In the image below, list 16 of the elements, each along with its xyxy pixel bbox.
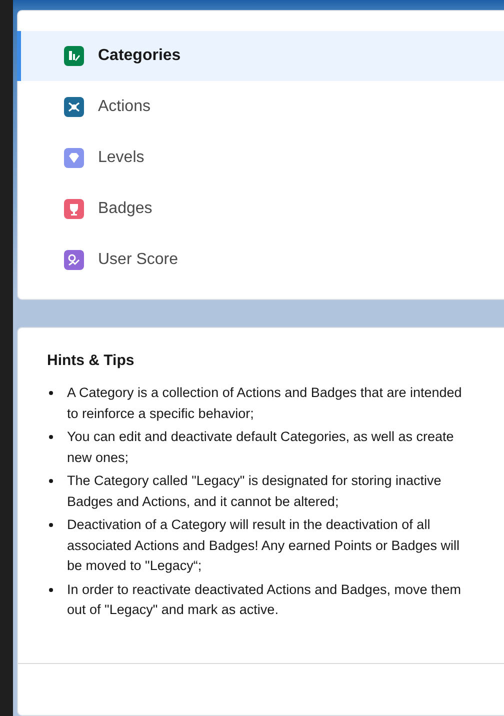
hints-title: Hints & Tips: [47, 352, 136, 369]
nav-item[interactable]: Categories: [17, 31, 504, 81]
hint-text: You can edit and deactivate default Categories, as well as create new ones;: [67, 428, 455, 466]
hint-text: Deactivation of a Category will result in the deactivation of all associated Actions and Badges! Any earned Points or Badges will be moved to "Legacy“;: [67, 516, 460, 575]
hint-text: A Category is a collection of Actions and Badges that are intended to reinforce a specific behavior;: [67, 384, 463, 423]
bullet-icon: [49, 479, 53, 483]
nav-item[interactable]: Levels: [17, 132, 504, 183]
nav-item[interactable]: Actions: [17, 81, 504, 132]
bullet-icon: [49, 523, 53, 527]
nav-item[interactable]: User Score: [17, 234, 504, 285]
hint-text: In order to reactivate deactivated Actions and Badges, move them out of "Legacy" and mark as active.: [67, 580, 462, 619]
hint-text: The Category called "Legacy" is designated for storing inactive Badges and Actions, and it cannot be altered;: [67, 472, 442, 511]
bullet-icon: [49, 391, 53, 395]
bullet-icon: [49, 588, 53, 592]
bullet-icon: [49, 435, 53, 439]
nav-item[interactable]: Badges: [17, 183, 504, 234]
